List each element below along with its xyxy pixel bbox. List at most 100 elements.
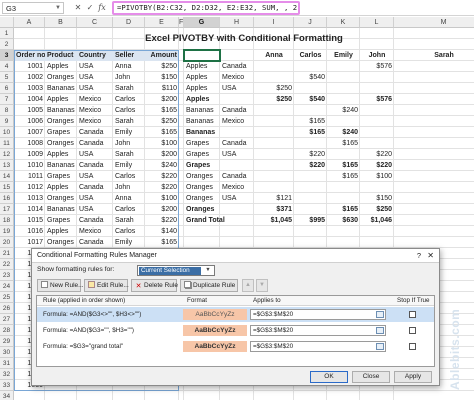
pivot-country-cell[interactable] [220, 160, 254, 171]
pivot-value-cell[interactable]: $121 [254, 193, 294, 204]
pivot-value-cell[interactable]: $240 [327, 127, 360, 138]
pivot-value-cell[interactable]: $150 [360, 193, 394, 204]
pivot-value-cell[interactable] [254, 127, 294, 138]
pivot-value-cell[interactable] [294, 138, 327, 149]
pivot-value-cell[interactable]: $250 [254, 83, 294, 94]
apply-button[interactable]: Apply [394, 371, 432, 383]
move-down-icon[interactable]: ▼ [256, 279, 268, 292]
pivot-country-cell[interactable]: USA [220, 149, 254, 160]
pivot-value-cell[interactable]: $540 [294, 72, 327, 83]
pivot-value-cell[interactable]: $540 [294, 94, 327, 105]
row-header-1[interactable]: 1 [0, 28, 14, 39]
pivot-value-cell[interactable]: $165 [327, 204, 360, 215]
pivot-product-cell[interactable]: Apples [184, 72, 220, 83]
pivot-value-cell[interactable]: $165 [327, 171, 360, 182]
pivot-country-cell[interactable]: Canada [220, 61, 254, 72]
column-header-e[interactable]: E [145, 17, 179, 28]
pivot-value-cell[interactable] [394, 171, 474, 182]
name-box[interactable]: G3 ▼ [2, 2, 64, 14]
pivot-value-cell[interactable] [254, 149, 294, 160]
grand-total-value[interactable]: $995 [294, 215, 327, 226]
row-header-21[interactable]: 21 [0, 248, 14, 259]
pivot-country-cell[interactable]: Mexico [220, 72, 254, 83]
stop-if-true-checkbox[interactable] [409, 327, 416, 334]
pivot-value-cell[interactable]: $165 [394, 127, 474, 138]
range-select-icon[interactable] [376, 311, 384, 318]
pivot-value-cell[interactable]: $576 [360, 94, 394, 105]
pivot-value-cell[interactable]: $250 [394, 182, 474, 193]
row-header-23[interactable]: 23 [0, 270, 14, 281]
column-header-l[interactable]: L [360, 17, 394, 28]
row-header-14[interactable]: 14 [0, 171, 14, 182]
pivot-value-cell[interactable]: $165 [294, 127, 327, 138]
pivot-value-cell[interactable] [294, 182, 327, 193]
pivot-product-cell[interactable]: Apples [184, 94, 220, 105]
cancel-icon[interactable]: ✕ [72, 2, 84, 14]
row-header-2[interactable]: 2 [0, 39, 14, 50]
grand-total-value[interactable]: $835 [394, 215, 474, 226]
row-header-3[interactable]: 3 [0, 50, 14, 61]
row-header-12[interactable]: 12 [0, 149, 14, 160]
pivot-value-cell[interactable] [327, 83, 360, 94]
pivot-value-cell[interactable] [327, 182, 360, 193]
pivot-value-cell[interactable] [360, 116, 394, 127]
show-rules-select[interactable]: Current Selection ▼ [137, 265, 215, 276]
pivot-value-cell[interactable]: $220 [360, 149, 394, 160]
pivot-product-cell[interactable]: Bananas [184, 116, 220, 127]
range-select-icon[interactable] [376, 343, 384, 350]
close-button[interactable]: Close [352, 371, 390, 383]
column-header-a[interactable]: A [14, 17, 45, 28]
pivot-value-cell[interactable]: $100 [360, 171, 394, 182]
pivot-product-cell[interactable]: Apples [184, 83, 220, 94]
pivot-value-cell[interactable] [254, 171, 294, 182]
row-header-8[interactable]: 8 [0, 105, 14, 116]
row-header-28[interactable]: 28 [0, 325, 14, 336]
row-header-17[interactable]: 17 [0, 204, 14, 215]
pivot-value-cell[interactable]: $200 [394, 83, 474, 94]
rule-row[interactable]: Formula: =AND($G3<>"", $H3<>"") AaBbCcYy… [37, 307, 434, 322]
pivot-value-cell[interactable] [254, 160, 294, 171]
row-header-11[interactable]: 11 [0, 138, 14, 149]
pivot-value-cell[interactable] [294, 61, 327, 72]
ok-button[interactable]: OK [310, 371, 348, 383]
pivot-value-cell[interactable] [394, 116, 474, 127]
pivot-value-cell[interactable]: $165 [327, 138, 360, 149]
pivot-country-cell[interactable]: USA [220, 193, 254, 204]
pivot-product-cell[interactable]: Bananas [184, 127, 220, 138]
row-header-4[interactable]: 4 [0, 61, 14, 72]
pivot-value-cell[interactable] [394, 61, 474, 72]
applies-to-input[interactable]: =$G$3:$M$20 [250, 325, 386, 336]
grand-total-label[interactable]: Grand Total [184, 215, 254, 226]
row-header-20[interactable]: 20 [0, 237, 14, 248]
pivot-value-cell[interactable]: $220 [294, 160, 327, 171]
row-header-6[interactable]: 6 [0, 83, 14, 94]
pivot-country-cell[interactable] [220, 94, 254, 105]
row-header-33[interactable]: 33 [0, 380, 14, 391]
enter-icon[interactable]: ✓ [84, 2, 96, 14]
pivot-value-cell[interactable]: $165 [327, 160, 360, 171]
column-header-m[interactable]: M [394, 17, 474, 28]
range-select-icon[interactable] [376, 327, 384, 334]
row-header-32[interactable]: 32 [0, 369, 14, 380]
pivot-value-cell[interactable]: $200 [394, 94, 474, 105]
pivot-product-cell[interactable]: Oranges [184, 182, 220, 193]
chevron-down-icon[interactable]: ▼ [203, 266, 213, 275]
pivot-country-cell[interactable]: Mexico [220, 116, 254, 127]
pivot-country-cell[interactable]: Canada [220, 138, 254, 149]
column-header-d[interactable]: D [113, 17, 145, 28]
row-header-27[interactable]: 27 [0, 314, 14, 325]
row-header-19[interactable]: 19 [0, 226, 14, 237]
pivot-value-cell[interactable]: $220 [394, 138, 474, 149]
column-header-j[interactable]: J [294, 17, 327, 28]
row-header-13[interactable]: 13 [0, 160, 14, 171]
pivot-product-cell[interactable]: Grapes [184, 160, 220, 171]
column-header-b[interactable]: B [45, 17, 77, 28]
help-icon[interactable]: ? [417, 249, 421, 263]
pivot-value-cell[interactable]: $371 [254, 204, 294, 215]
pivot-value-cell[interactable]: $220 [360, 160, 394, 171]
pivot-value-cell[interactable] [327, 193, 360, 204]
row-header-31[interactable]: 31 [0, 358, 14, 369]
pivot-product-cell[interactable]: Oranges [184, 204, 220, 215]
chevron-down-icon[interactable]: ▼ [55, 4, 61, 13]
pivot-value-cell[interactable]: $576 [360, 61, 394, 72]
